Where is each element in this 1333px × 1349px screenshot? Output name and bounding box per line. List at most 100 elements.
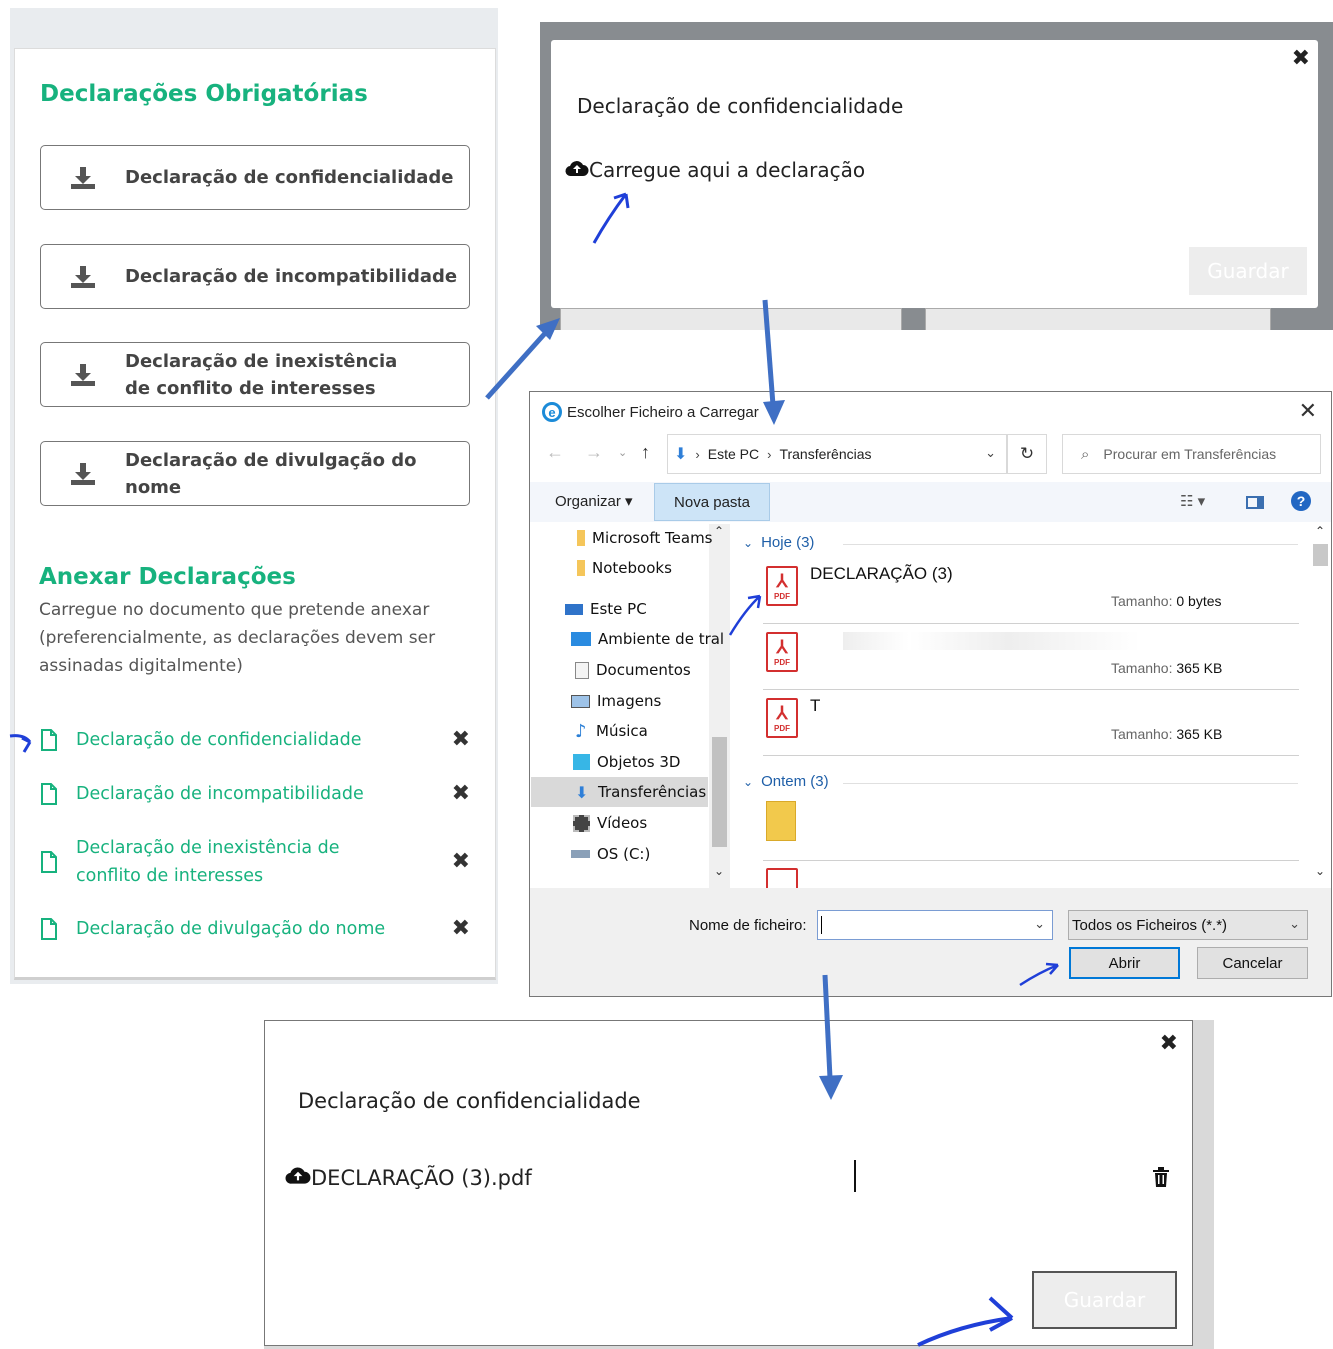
trash-icon[interactable] (1153, 1167, 1169, 1191)
upload-label: Carregue aqui a declaração (589, 158, 866, 182)
remove-icon[interactable]: ✖ (452, 915, 470, 943)
size-label: Tamanho: (1111, 660, 1173, 676)
refresh-icon[interactable]: ↻ (1007, 434, 1047, 474)
history-chevron-icon[interactable]: ⌄ (618, 446, 627, 459)
nav-label: Vídeos (597, 814, 648, 832)
download-incompatibility-button[interactable]: Declaração de incompatibilidade (40, 244, 470, 309)
nav-label: OS (C:) (597, 845, 651, 863)
download-button-label: Declaração de inexistência de conflito d… (125, 350, 398, 399)
preview-pane-icon[interactable] (1246, 496, 1264, 509)
folder-icon (577, 560, 585, 576)
pdf-file-icon: ⅄ PDF (766, 698, 798, 738)
search-icon: ⌕ (1081, 445, 1090, 463)
size-label: Tamanho: (1111, 726, 1173, 742)
breadcrumb-item[interactable]: Este PC (708, 446, 759, 462)
group-header-yesterday[interactable]: ⌄ Ontem (3) (743, 773, 829, 790)
redacted-file-name (810, 632, 1140, 650)
help-icon[interactable]: ? (1291, 491, 1311, 511)
save-button[interactable]: Guardar (1032, 1271, 1177, 1329)
file-size: Tamanho: 0 bytes (1111, 593, 1222, 609)
download-name-disclosure-button[interactable]: Declaração de divulgação do nome (40, 441, 470, 506)
save-button[interactable]: Guardar (1189, 247, 1307, 295)
nav-item-music[interactable]: ♪ Música (575, 716, 755, 746)
download-icon (41, 265, 125, 289)
nav-item-desktop[interactable]: Ambiente de tral (571, 624, 751, 654)
remove-icon[interactable]: ✖ (452, 726, 470, 754)
download-icon (41, 363, 125, 387)
file-type-select[interactable]: Todos os Ficheiros (*.*) ⌄ (1068, 910, 1308, 940)
uploaded-file[interactable]: DECLARAÇÃO (3).pdf (285, 1165, 532, 1190)
file-name: DECLARAÇÃO (3) (810, 564, 953, 583)
nav-item-microsoft-teams[interactable]: Microsoft Teams (575, 523, 755, 553)
nav-label: Microsoft Teams (592, 529, 713, 547)
file-row[interactable]: ⅄ PDF T Tamanho: 365 KB (763, 690, 1299, 756)
attachment-link[interactable]: Declaração de inexistência de conflito d… (76, 834, 356, 890)
download-confidentiality-button[interactable]: Declaração de confidencialidade (40, 145, 470, 210)
up-arrow-icon[interactable]: ↑ (641, 442, 650, 463)
chevron-down-icon[interactable]: ⌄ (985, 445, 996, 461)
close-icon[interactable]: ✖ (1292, 46, 1310, 71)
breadcrumb-item[interactable]: Transferências (779, 446, 871, 462)
zip-folder-icon[interactable] (766, 801, 796, 841)
document-icon (40, 918, 76, 940)
navigation-items: Microsoft Teams Notebooks Este PC Ambien… (531, 523, 724, 887)
group-divider (843, 544, 1298, 545)
back-arrow-icon[interactable]: ← (546, 442, 564, 463)
close-icon[interactable]: ✕ (1299, 398, 1317, 424)
download-button-label: Declaração de divulgação do nome (125, 449, 417, 498)
file-row[interactable]: ⅄ PDF Tamanho: 365 KB (763, 624, 1299, 690)
nav-label: Este PC (590, 600, 647, 618)
attachment-incompatibility[interactable]: Declaração de incompatibilidade ✖ (40, 780, 480, 808)
file-name: T (810, 696, 821, 715)
attach-description: Carregue no documento que pretende anexa… (39, 600, 436, 676)
organize-menu[interactable]: Organizar ▾ (555, 492, 633, 510)
mandatory-declarations-title: Declarações Obrigatórias (40, 81, 368, 107)
size-value: 365 KB (1176, 660, 1223, 676)
remove-icon[interactable]: ✖ (452, 848, 470, 876)
images-icon (571, 694, 590, 708)
open-button[interactable]: Abrir (1069, 947, 1180, 979)
attachment-link[interactable]: Declaração de divulgação do nome (76, 915, 385, 943)
nav-item-notebooks[interactable]: Notebooks (575, 553, 755, 583)
annotation-arrow-icon (592, 192, 630, 244)
nav-item-3d-objects[interactable]: Objetos 3D (573, 747, 753, 777)
file-scrollbar[interactable]: ⌃ ⌄ (1310, 524, 1331, 888)
desktop-icon (571, 632, 591, 646)
forward-arrow-icon[interactable]: → (585, 442, 603, 463)
modal-title: Declaração de confidencialidade (577, 94, 904, 118)
cancel-button[interactable]: Cancelar (1197, 947, 1308, 979)
browser-e-icon: e (542, 402, 562, 422)
nav-item-documents[interactable]: Documentos (575, 655, 755, 685)
attachment-conflict-of-interest[interactable]: Declaração de inexistência de conflito d… (40, 834, 480, 890)
attachment-link[interactable]: Declaração de incompatibilidade (76, 780, 364, 808)
remove-icon[interactable]: ✖ (452, 780, 470, 808)
pdf-file-icon: ⅄ PDF (766, 632, 798, 672)
background-field (560, 308, 902, 330)
attachment-confidentiality[interactable]: Declaração de confidencialidade ✖ (40, 726, 480, 754)
filename-input[interactable]: ⌄ (817, 910, 1053, 940)
nav-item-os-drive[interactable]: OS (C:) (571, 839, 751, 869)
pdf-file-icon[interactable] (766, 868, 798, 888)
close-icon[interactable]: ✖ (1160, 1031, 1178, 1056)
file-row[interactable]: ⅄ PDF DECLARAÇÃO (3) Tamanho: 0 bytes (763, 558, 1299, 624)
filename-label: Nome de ficheiro: (689, 917, 807, 934)
chevron-down-icon[interactable]: ⌄ (1034, 916, 1045, 932)
pdf-file-icon: ⅄ PDF (766, 566, 798, 606)
search-placeholder: Procurar em Transferências (1103, 446, 1277, 462)
attachment-link[interactable]: Declaração de confidencialidade (76, 726, 361, 754)
dialog-toolbar (530, 482, 1331, 522)
download-conflict-of-interest-button[interactable]: Declaração de inexistência de conflito d… (40, 342, 470, 407)
attachment-name-disclosure[interactable]: Declaração de divulgação do nome ✖ (40, 915, 480, 943)
new-folder-button[interactable]: Nova pasta (654, 483, 770, 521)
nav-label: Documentos (596, 661, 691, 679)
upload-link[interactable]: Carregue aqui a declaração (565, 158, 865, 182)
search-input[interactable]: ⌕ Procurar em Transferências (1062, 434, 1321, 474)
address-bar[interactable]: ⬇ › Este PC › Transferências ⌄ (667, 434, 1007, 474)
nav-item-downloads[interactable]: ⬇ Transferências (531, 777, 708, 807)
nav-item-este-pc[interactable]: Este PC (565, 594, 745, 624)
nav-item-videos[interactable]: Vídeos (573, 808, 753, 838)
nav-item-images[interactable]: Imagens (571, 686, 751, 716)
view-options-icon[interactable]: ☷ ▾ (1180, 492, 1205, 510)
cloud-upload-icon (285, 1165, 311, 1190)
file-type-value: Todos os Ficheiros (*.*) (1072, 916, 1228, 934)
